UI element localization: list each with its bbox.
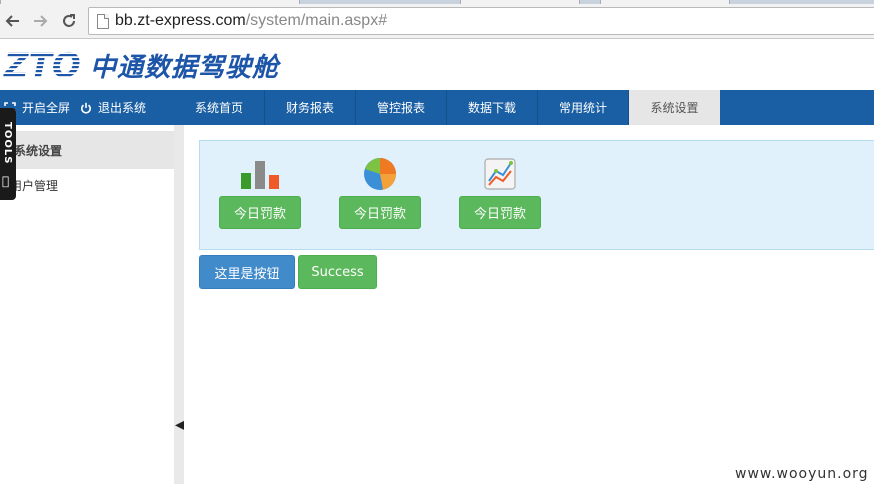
forward-arrow-icon[interactable] (29, 10, 51, 32)
main-menu: 系统首页 财务报表 管控报表 数据下载 常用统计 系统设置 (174, 90, 720, 125)
fullscreen-label: 开启全屏 (22, 101, 71, 115)
app-title: 中通数据驾驶舱 (90, 53, 280, 83)
browser-toolbar: bb.zt-express.com/system/main.aspx# (0, 4, 874, 39)
button-row: 这里是按钮 Success (199, 255, 380, 289)
tile-bar-chart: 今日罚款 (219, 155, 303, 231)
tab-common-stats[interactable]: 常用统计 (538, 90, 629, 125)
zto-logo: ZTO (3, 46, 81, 84)
power-icon (80, 102, 92, 114)
sidebar-splitter[interactable]: ◀ (174, 125, 186, 484)
today-fines-button[interactable]: 今日罚款 (459, 196, 541, 229)
line-chart-icon (484, 158, 516, 190)
tab-control-reports[interactable]: 管控报表 (356, 90, 447, 125)
bar-chart-icon (241, 161, 279, 189)
sidebar-heading[interactable]: 系统设置 (0, 131, 174, 169)
tab-system-settings[interactable]: 系统设置 (629, 90, 720, 125)
apple-icon:  (2, 174, 9, 188)
report-tiles-panel: 今日罚款 今日罚款 今日罚款 (199, 140, 874, 250)
reload-icon[interactable] (58, 10, 80, 32)
tile-line-chart: 今日罚款 (459, 155, 543, 231)
url-text: bb.zt-express.com/system/main.aspx# (115, 12, 388, 29)
primary-button[interactable]: 这里是按钮 (199, 255, 295, 289)
tab-data-download[interactable]: 数据下载 (447, 90, 538, 125)
tools-tab[interactable]: TOOLS  (0, 108, 16, 200)
tile-pie-chart: 今日罚款 (339, 155, 423, 231)
address-bar[interactable]: bb.zt-express.com/system/main.aspx# (88, 7, 874, 35)
logout-label: 退出系统 (98, 101, 147, 115)
today-fines-button[interactable]: 今日罚款 (219, 196, 301, 229)
quick-actions: 开启全屏 退出系统 (0, 90, 152, 125)
page-icon (97, 14, 109, 29)
pie-chart-icon (364, 158, 396, 190)
sidebar-item-user-management[interactable]: 用户管理 (0, 177, 174, 199)
today-fines-button[interactable]: 今日罚款 (339, 196, 421, 229)
tab-home[interactable]: 系统首页 (174, 90, 265, 125)
tab-finance-reports[interactable]: 财务报表 (265, 90, 356, 125)
watermark: www.wooyun.org (735, 466, 869, 482)
zto-logo-text: ZTO (3, 46, 81, 84)
top-nav-bar: 开启全屏 退出系统 系统首页 财务报表 管控报表 数据下载 常用统计 系统设置 (0, 90, 874, 125)
logo-header: ZTO 中通数据驾驶舱 (0, 40, 874, 90)
success-button[interactable]: Success (298, 255, 377, 289)
sidebar: 系统设置 用户管理 (0, 125, 174, 484)
back-arrow-icon[interactable] (2, 10, 24, 32)
logout-button[interactable]: 退出系统 (80, 99, 146, 116)
main-content: 今日罚款 今日罚款 今日罚款 这里是按钮 Success (184, 125, 874, 484)
tools-label: TOOLS (2, 122, 13, 165)
